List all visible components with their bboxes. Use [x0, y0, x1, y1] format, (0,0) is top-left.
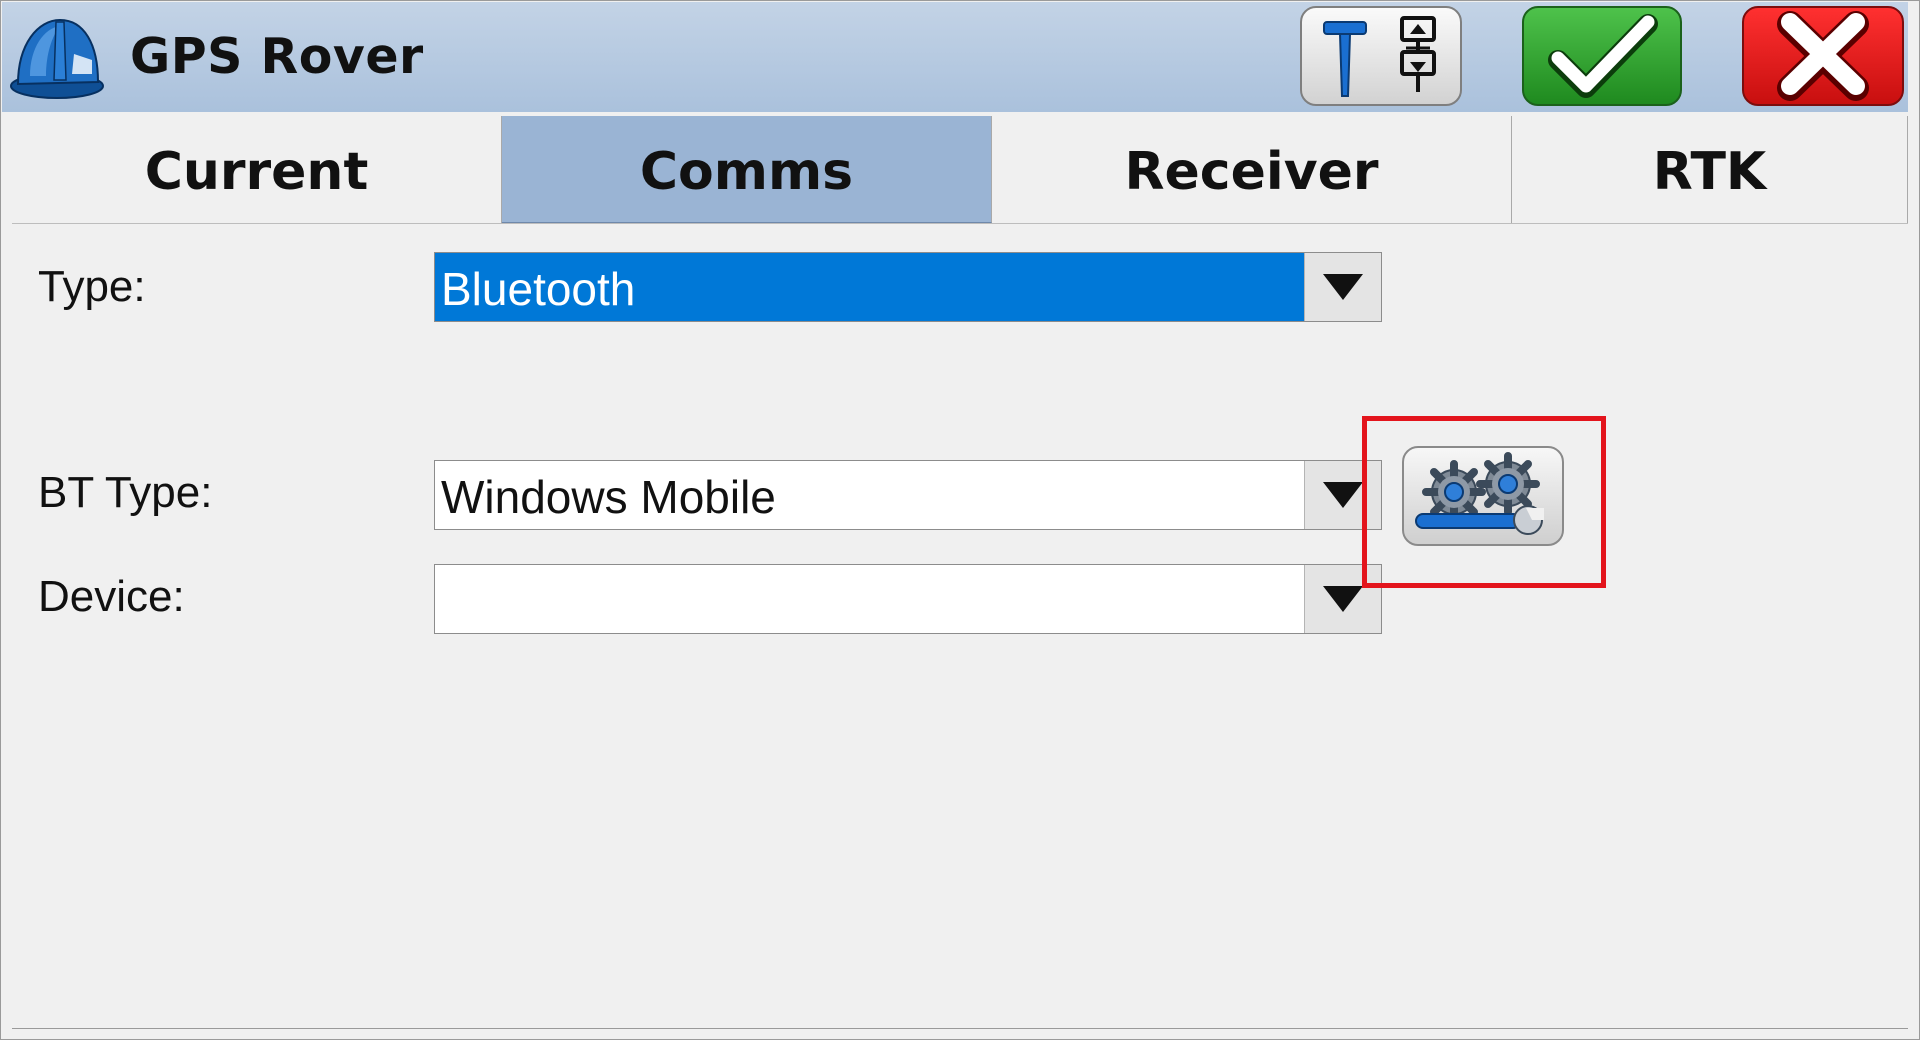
- type-dropdown[interactable]: Bluetooth: [434, 252, 1382, 322]
- device-dropdown[interactable]: [434, 564, 1382, 634]
- gps-rover-pole-icon: [1323, 16, 1436, 97]
- device-label: Device:: [38, 572, 185, 621]
- title-bar: GPS Rover: [2, 2, 1908, 112]
- close-x-icon: [1777, 11, 1869, 101]
- bottom-border: [12, 1028, 1908, 1029]
- type-dropdown-arrow[interactable]: [1304, 253, 1381, 321]
- chevron-down-icon: [1323, 274, 1363, 300]
- type-label: Type:: [38, 262, 146, 311]
- tab-current[interactable]: Current: [12, 116, 502, 223]
- bt-type-dropdown-arrow[interactable]: [1304, 461, 1381, 529]
- tab-bar: Current Comms Receiver RTK: [12, 116, 1908, 224]
- bt-type-dropdown[interactable]: Windows Mobile: [434, 460, 1382, 530]
- bt-type-label: BT Type:: [38, 468, 213, 517]
- gps-rover-button[interactable]: [1300, 6, 1462, 106]
- close-button[interactable]: [1742, 6, 1904, 106]
- chevron-down-icon: [1323, 482, 1363, 508]
- gears-wrench-icon: [1415, 452, 1544, 535]
- bluetooth-settings-button[interactable]: [1402, 446, 1564, 546]
- checkmark-icon: [1548, 14, 1658, 98]
- window-title: GPS Rover: [130, 28, 424, 85]
- bt-type-value: Windows Mobile: [441, 471, 776, 523]
- tab-comms[interactable]: Comms: [502, 116, 992, 223]
- device-dropdown-arrow[interactable]: [1304, 565, 1381, 633]
- hard-hat-icon: [8, 14, 106, 100]
- device-value: [435, 565, 1305, 633]
- chevron-down-icon: [1323, 586, 1363, 612]
- tab-divider: [12, 223, 1908, 224]
- tab-rtk[interactable]: RTK: [1512, 116, 1908, 223]
- ok-button[interactable]: [1522, 6, 1682, 106]
- tab-receiver[interactable]: Receiver: [992, 116, 1512, 223]
- type-value: Bluetooth: [435, 253, 1307, 321]
